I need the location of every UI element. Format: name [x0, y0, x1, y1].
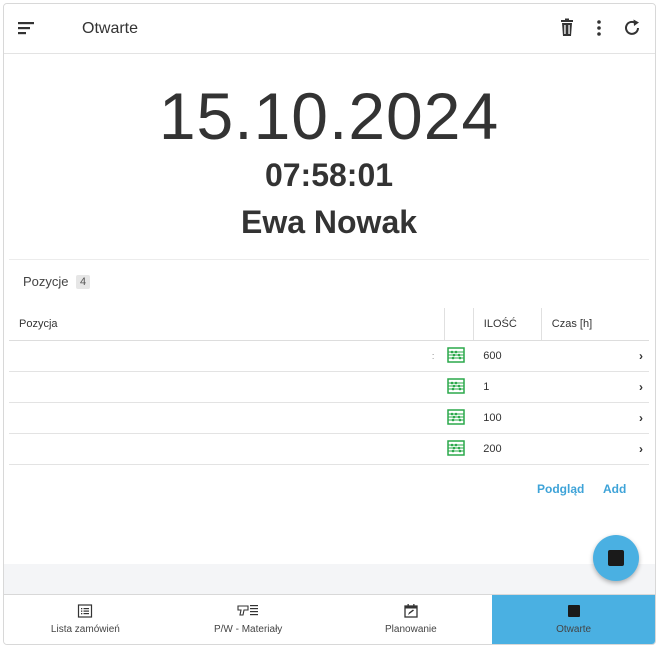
table-header-row: Pozycja ILOŚĆ Czas [h] — [9, 308, 649, 341]
list-icon — [78, 604, 93, 618]
more-vertical-icon[interactable] — [588, 17, 610, 39]
chevron-right-icon[interactable]: › — [624, 433, 649, 465]
chevron-right-icon[interactable]: › — [624, 340, 649, 372]
column-header-icon — [443, 308, 474, 341]
positions-table: Pozycja ILOŚĆ Czas [h] : 600 › 1 › 100 ›… — [9, 308, 649, 465]
nav-item-open[interactable]: Otwarte — [492, 595, 655, 644]
order-time: 07:58:01 — [264, 157, 394, 193]
row-time — [541, 433, 625, 465]
abacus-icon[interactable] — [444, 371, 474, 403]
stop-icon — [608, 550, 624, 566]
nav-item-materials[interactable]: P/W - Materiały — [167, 595, 330, 644]
row-quantity: 1 — [473, 371, 542, 403]
row-position — [9, 371, 445, 403]
divider — [9, 259, 649, 260]
abacus-icon[interactable] — [444, 433, 474, 465]
row-quantity: 200 — [473, 433, 542, 465]
refresh-icon[interactable] — [621, 17, 643, 39]
abacus-icon[interactable] — [444, 340, 474, 372]
preview-link[interactable]: Podgląd — [537, 482, 584, 496]
row-position: : — [9, 340, 445, 372]
trash-icon[interactable] — [556, 17, 578, 39]
positions-label: Pozycje — [23, 274, 69, 289]
positions-count-badge: 4 — [76, 275, 91, 289]
chevron-right-icon[interactable]: › — [624, 371, 649, 403]
column-header-time: Czas [h] — [540, 308, 625, 341]
table-row[interactable]: : 600 › — [9, 340, 649, 372]
stop-icon — [567, 605, 580, 617]
nav-label: Otwarte — [556, 624, 592, 635]
row-time — [541, 402, 625, 434]
app-frame: Otwarte 15.10.2024 07:58:01 Ewa Nowak Po… — [3, 3, 656, 645]
order-date: 15.10.2024 — [158, 79, 500, 153]
page-title: Otwarte — [82, 20, 139, 37]
table-row[interactable]: 200 › — [9, 433, 649, 465]
content-footer-band — [4, 564, 655, 594]
row-position — [9, 402, 445, 434]
add-link[interactable]: Add — [603, 482, 626, 496]
menu-icon[interactable] — [16, 18, 36, 38]
bottom-navigation: Lista zamówień P/W - Materiały Planowani… — [4, 594, 655, 644]
row-time — [541, 371, 625, 403]
row-quantity: 100 — [473, 402, 542, 434]
stop-fab-button[interactable] — [593, 535, 639, 581]
row-quantity: 600 — [473, 340, 542, 372]
nav-label: P/W - Materiały — [213, 624, 283, 635]
nav-label: Lista zamówień — [50, 624, 120, 635]
column-header-quantity: ILOŚĆ — [472, 308, 542, 341]
table-row[interactable]: 1 › — [9, 371, 649, 403]
order-content: 15.10.2024 07:58:01 Ewa Nowak Pozycje 4 … — [9, 54, 649, 564]
chevron-right-icon[interactable]: › — [624, 402, 649, 434]
abacus-icon[interactable] — [444, 402, 474, 434]
materials-icon — [237, 605, 259, 616]
column-header-action — [624, 308, 649, 341]
table-row[interactable]: 100 › — [9, 402, 649, 434]
column-header-position: Pozycja — [9, 308, 445, 341]
customer-name: Ewa Nowak — [240, 204, 418, 240]
calendar-edit-icon — [404, 604, 418, 618]
top-bar: Otwarte — [4, 4, 655, 54]
row-position — [9, 433, 445, 465]
nav-label: Planowanie — [385, 624, 437, 635]
nav-item-order-list[interactable]: Lista zamówień — [4, 595, 167, 644]
row-time — [541, 340, 625, 372]
nav-item-planning[interactable]: Planowanie — [330, 595, 493, 644]
